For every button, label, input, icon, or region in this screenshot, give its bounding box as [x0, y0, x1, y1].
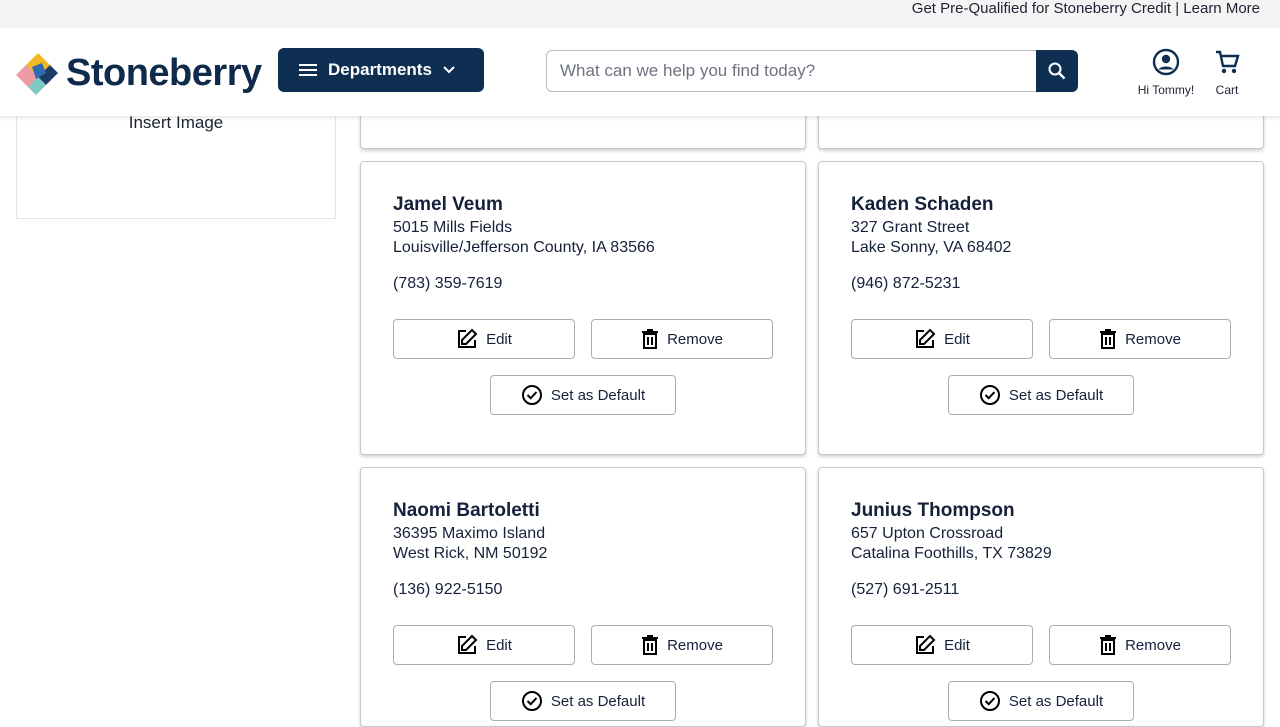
check-circle-icon: [521, 691, 542, 711]
menu-icon: [299, 64, 317, 76]
departments-button[interactable]: Departments: [278, 48, 484, 92]
address-card: Junius Thompson 657 Upton Crossroad Cata…: [818, 467, 1264, 727]
edit-button[interactable]: Edit: [393, 625, 575, 665]
search-input[interactable]: [546, 50, 1038, 92]
remove-label: Remove: [667, 330, 723, 348]
set-default-label: Set as Default: [1008, 386, 1104, 404]
edit-icon: [916, 634, 936, 654]
remove-label: Remove: [1125, 330, 1181, 348]
set-default-label: Set as Default: [550, 692, 646, 710]
check-circle-icon: [979, 385, 1000, 405]
address-phone: (527) 691-2511: [851, 581, 960, 598]
search-icon: [1048, 62, 1066, 80]
account-label: Hi Tommy!: [1137, 83, 1195, 97]
address-name: Junius Thompson: [851, 500, 1015, 521]
address-city: West Rick, NM 50192: [393, 545, 548, 562]
remove-button[interactable]: Remove: [591, 625, 773, 665]
edit-label: Edit: [486, 636, 512, 654]
check-circle-icon: [979, 691, 1000, 711]
promo-link[interactable]: Get Pre-Qualified for Stoneberry Credit …: [912, 0, 1260, 17]
set-default-label: Set as Default: [1008, 692, 1104, 710]
insert-image-text: Insert Image: [128, 113, 224, 132]
logo[interactable]: Stoneberry: [16, 50, 262, 96]
site-header: Stoneberry Departments Hi Tommy!: [0, 28, 1280, 116]
account-button[interactable]: Hi Tommy!: [1126, 48, 1206, 97]
address-street: 36395 Maximo Island: [393, 525, 546, 542]
set-default-button[interactable]: Set as Default: [948, 375, 1134, 415]
brand-name: Stoneberry: [66, 51, 262, 94]
edit-icon: [458, 634, 478, 654]
address-name: Naomi Bartoletti: [393, 500, 540, 521]
remove-label: Remove: [667, 636, 723, 654]
address-street: 5015 Mills Fields: [393, 219, 513, 236]
trash-icon: [1100, 635, 1117, 655]
trash-icon: [642, 329, 659, 349]
remove-button[interactable]: Remove: [1049, 319, 1231, 359]
trash-icon: [642, 635, 659, 655]
logo-mark-icon: [16, 53, 58, 95]
address-city: Catalina Foothills, TX 73829: [851, 545, 1052, 562]
address-card: Kaden Schaden 327 Grant Street Lake Sonn…: [818, 161, 1264, 455]
address-name: Kaden Schaden: [851, 194, 994, 215]
remove-button[interactable]: Remove: [591, 319, 773, 359]
set-default-label: Set as Default: [550, 386, 646, 404]
chevron-down-icon: [443, 66, 455, 74]
address-phone: (136) 922-5150: [393, 581, 503, 598]
edit-label: Edit: [486, 330, 512, 348]
edit-button[interactable]: Edit: [393, 319, 575, 359]
address-city: Louisville/Jefferson County, IA 83566: [393, 239, 655, 256]
departments-label: Departments: [328, 60, 432, 79]
cart-label: Cart: [1215, 83, 1239, 97]
edit-label: Edit: [944, 636, 970, 654]
address-card: Naomi Bartoletti 36395 Maximo Island Wes…: [360, 467, 806, 727]
cart-icon: [1216, 50, 1240, 74]
promo-bar: Get Pre-Qualified for Stoneberry Credit …: [0, 0, 1280, 28]
remove-label: Remove: [1125, 636, 1181, 654]
trash-icon: [1100, 329, 1117, 349]
address-card: Jamel Veum 5015 Mills Fields Louisville/…: [360, 161, 806, 455]
set-default-button[interactable]: Set as Default: [490, 375, 676, 415]
account-icon: [1152, 48, 1180, 76]
set-default-button[interactable]: Set as Default: [948, 681, 1134, 721]
remove-button[interactable]: Remove: [1049, 625, 1231, 665]
address-name: Jamel Veum: [393, 194, 503, 215]
cart-button[interactable]: Cart: [1204, 48, 1250, 97]
edit-button[interactable]: Edit: [851, 625, 1033, 665]
search-button[interactable]: [1036, 50, 1078, 92]
edit-icon: [916, 328, 936, 348]
address-city: Lake Sonny, VA 68402: [851, 239, 1012, 256]
address-phone: (946) 872-5231: [851, 275, 961, 292]
search-bar: [546, 50, 1078, 92]
address-street: 327 Grant Street: [851, 219, 970, 236]
edit-icon: [458, 328, 478, 348]
edit-button[interactable]: Edit: [851, 319, 1033, 359]
address-street: 657 Upton Crossroad: [851, 525, 1004, 542]
address-phone: (783) 359-7619: [393, 275, 503, 292]
check-circle-icon: [521, 385, 542, 405]
edit-label: Edit: [944, 330, 970, 348]
set-default-button[interactable]: Set as Default: [490, 681, 676, 721]
